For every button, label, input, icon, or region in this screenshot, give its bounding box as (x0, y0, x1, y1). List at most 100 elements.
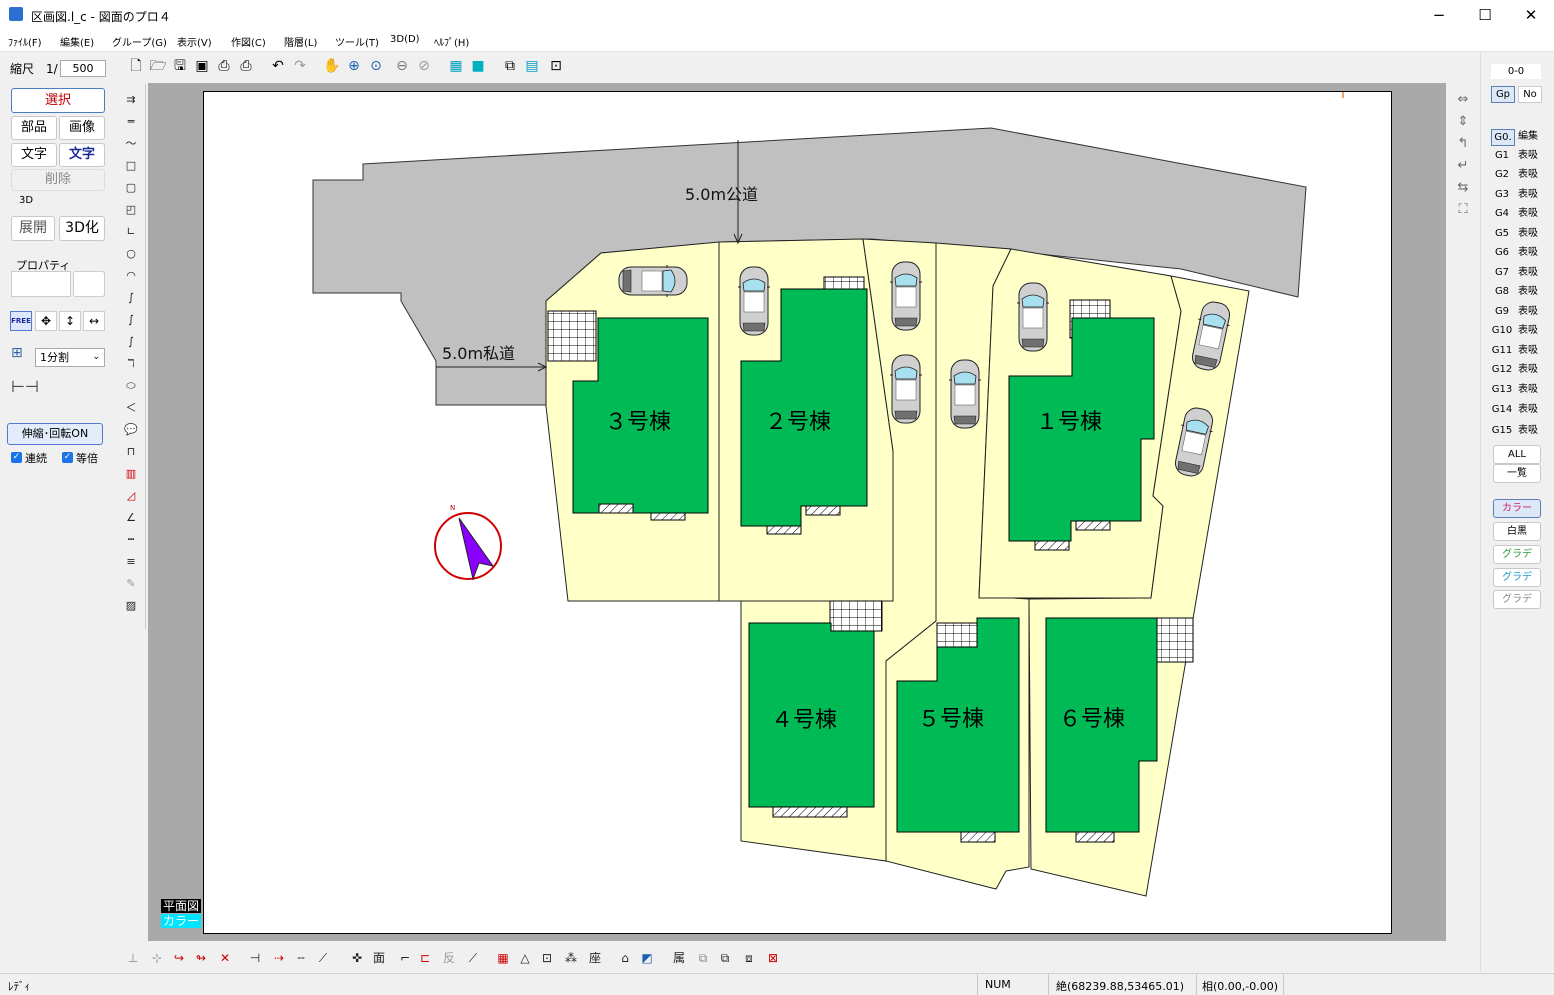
menu-tools[interactable]: ツール(T) (335, 34, 379, 49)
group-id[interactable]: G13 (1491, 382, 1513, 397)
maximize-button[interactable]: ☐ (1462, 0, 1508, 31)
save-icon[interactable]: 🖫 (170, 56, 190, 76)
group-id[interactable]: G0. (1491, 129, 1515, 146)
redo-icon[interactable]: ↷ (290, 56, 310, 76)
zoom-in-icon[interactable]: ⊕ (344, 56, 364, 76)
area-icon[interactable]: 面 (370, 949, 388, 967)
delete-button[interactable]: 削除 (11, 169, 105, 191)
house-icon[interactable]: ⌂ (616, 949, 634, 967)
print-icon[interactable]: ⎙ (236, 56, 256, 76)
polyline-icon[interactable]: 〜 (123, 136, 139, 152)
select-area-icon[interactable]: ◩ (638, 949, 656, 967)
ellipse-icon[interactable]: ⬭ (123, 378, 139, 394)
slope-icon[interactable]: ◿ (123, 488, 139, 504)
angle-icon[interactable]: ∠ (123, 510, 139, 526)
fill-icon[interactable]: ■ (468, 56, 488, 76)
group-id[interactable]: G11 (1491, 343, 1513, 358)
fullscreen-icon[interactable]: ⛶ (1455, 202, 1471, 218)
group-state[interactable]: 表吸 (1518, 402, 1542, 417)
dimension-icon[interactable]: ⊓ (123, 444, 139, 460)
menu-layer[interactable]: 階層(L) (284, 34, 317, 49)
group-state[interactable]: 編集 (1518, 129, 1542, 144)
menu-file[interactable]: ﾌｧｲﾙ(F) (8, 34, 42, 49)
move-icon[interactable]: ✥ (35, 311, 57, 331)
group-id[interactable]: G15 (1491, 423, 1513, 438)
group-id[interactable]: G7 (1491, 265, 1513, 280)
snap-mid-icon[interactable]: ⊹ (148, 949, 166, 967)
group-state[interactable]: 表吸 (1518, 304, 1542, 319)
slash-icon[interactable]: ⟋ (314, 949, 332, 967)
diagonal-icon[interactable]: ⟋ (464, 949, 482, 967)
offset-icon[interactable]: ⊏ (416, 949, 434, 967)
snap-arc-icon[interactable]: ↪ (170, 949, 188, 967)
trim-icon[interactable]: ⊣ (246, 949, 264, 967)
layer-icon[interactable]: ⧉ (500, 56, 520, 76)
group-state[interactable]: 表吸 (1518, 343, 1542, 358)
menu-view[interactable]: 表示(V) (177, 34, 212, 49)
crosshair-icon[interactable]: ✜ (348, 949, 366, 967)
table-icon[interactable]: ▦ (494, 949, 512, 967)
group-state[interactable]: 表吸 (1518, 362, 1542, 377)
image-edit-icon[interactable]: ⊠ (764, 949, 782, 967)
continuous-checkbox[interactable]: ✓ (11, 452, 22, 463)
pan-hand-icon[interactable]: ✋ (322, 56, 342, 76)
zoom-out-icon[interactable]: ⊖ (392, 56, 412, 76)
group-state[interactable]: 表吸 (1518, 265, 1542, 280)
parts-button[interactable]: 部品 (11, 116, 57, 140)
pen-icon[interactable]: ✎ (123, 576, 139, 592)
snap-end-icon[interactable]: ⊥ (124, 949, 142, 967)
group-state[interactable]: 表吸 (1518, 382, 1542, 397)
double-line-icon[interactable]: ═ (123, 114, 139, 130)
gradient-blue-button[interactable]: グラデ (1493, 568, 1541, 587)
group-id[interactable]: G3 (1491, 187, 1513, 202)
break-line-icon[interactable]: ╌ (292, 949, 310, 967)
to3d-button[interactable]: 3D化 (59, 216, 105, 241)
horizontal-arrow-icon[interactable]: ↔ (83, 311, 105, 331)
drawing-paper[interactable]: 5.0m公道 5.0m私道 ３号棟 ２号棟 １号棟 ４号棟 ５号棟 ６号棟 N (203, 91, 1392, 934)
group-state[interactable]: 表吸 (1518, 226, 1542, 241)
rounded-rect-icon[interactable]: ▢ (123, 180, 139, 196)
group-state[interactable]: 表吸 (1518, 245, 1542, 260)
menu-help[interactable]: ﾍﾙﾌﾟ(H) (434, 34, 469, 49)
print-preview-icon[interactable]: ⎙ (214, 56, 234, 76)
copy-layer-icon[interactable]: ⧉ (694, 949, 712, 967)
snap-point-icon[interactable]: ⊢⊣ (11, 377, 59, 405)
close-button[interactable]: ✕ (1508, 0, 1554, 31)
right-angle-icon[interactable]: ∟ (123, 224, 139, 240)
spline-b-icon[interactable]: ∫ (123, 312, 139, 328)
snap-perp-icon[interactable]: ✕ (216, 949, 234, 967)
arc-icon[interactable]: ◠ (123, 268, 139, 284)
group-list-button[interactable]: 一覧 (1493, 464, 1541, 483)
group-state[interactable]: 表吸 (1518, 148, 1542, 163)
group-state[interactable]: 表吸 (1518, 167, 1542, 182)
attribute-icon[interactable]: 属 (670, 949, 688, 967)
bw-mode-button[interactable]: 白黒 (1493, 522, 1541, 541)
select-button[interactable]: 選択 (11, 88, 105, 113)
property-field-1[interactable] (11, 271, 71, 297)
seat-icon[interactable]: 座 (586, 949, 604, 967)
group-id[interactable]: G5 (1491, 226, 1513, 241)
merge-icon[interactable]: ⧈ (740, 949, 758, 967)
new-file-icon[interactable]: 🗋 (126, 56, 146, 76)
line-arrow-icon[interactable]: ⇉ (123, 92, 139, 108)
rotate-forward-icon[interactable]: ↵ (1455, 158, 1471, 174)
equal-scale-checkbox[interactable]: ✓ (62, 452, 73, 463)
frame-icon[interactable]: ⊡ (538, 949, 556, 967)
group-state[interactable]: 表吸 (1518, 323, 1542, 338)
color-mode-button[interactable]: カラー (1493, 499, 1541, 518)
split-select[interactable]: 1分割 ⌄ (35, 348, 105, 367)
group-id[interactable]: G2 (1491, 167, 1513, 182)
scale-input[interactable]: 500 (60, 60, 106, 77)
hatch-red-icon[interactable]: ▥ (123, 466, 139, 482)
gradient-green-button[interactable]: グラデ (1493, 545, 1541, 564)
group-state[interactable]: 表吸 (1518, 187, 1542, 202)
menu-3d[interactable]: 3D(D) (390, 34, 420, 45)
grid-snap-icon[interactable]: ⊞ (11, 345, 31, 367)
group-state[interactable]: 表吸 (1518, 206, 1542, 221)
vertical-flip-icon[interactable]: ⇕ (1455, 114, 1471, 130)
rotate-back-icon[interactable]: ↰ (1455, 136, 1471, 152)
settings-icon[interactable]: ⊡ (546, 56, 566, 76)
comment-icon[interactable]: ▣ (192, 56, 212, 76)
free-button[interactable]: FREE (10, 311, 32, 331)
gp-toggle[interactable]: Gp (1491, 86, 1515, 103)
